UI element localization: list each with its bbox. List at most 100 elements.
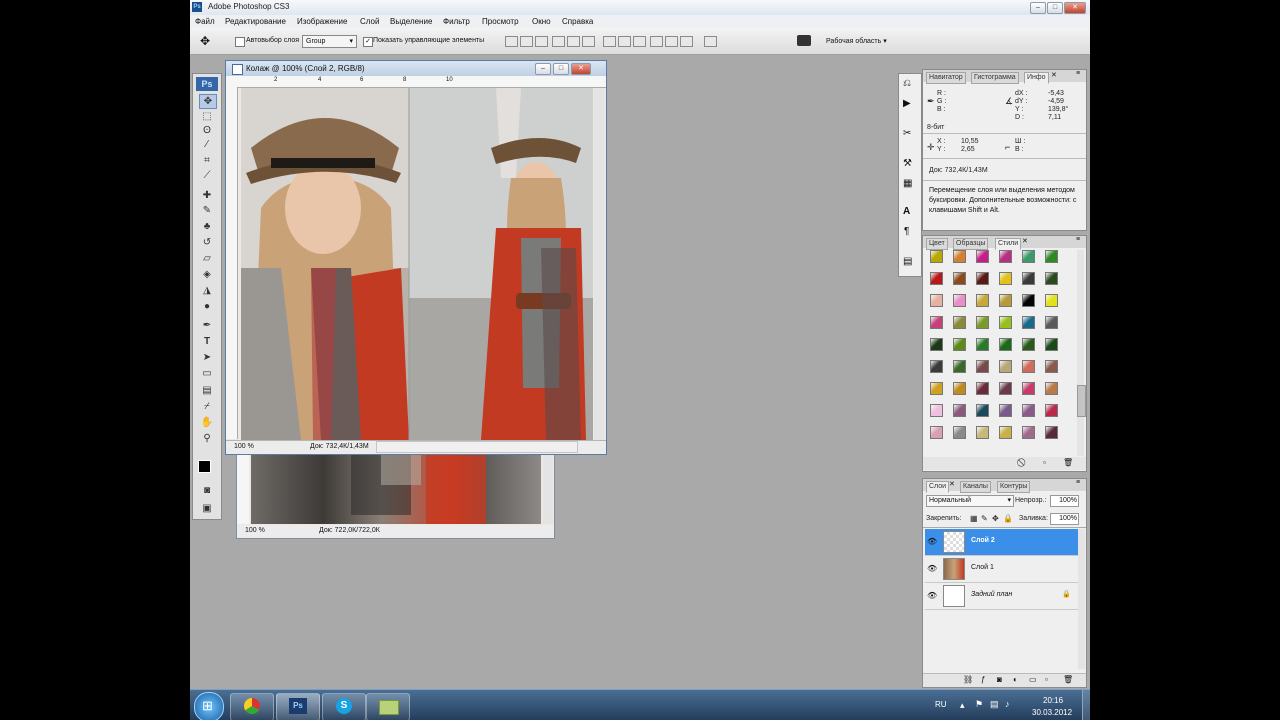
style-swatch[interactable] — [1022, 316, 1035, 329]
lock-image-icon[interactable]: ✎ — [981, 514, 988, 523]
horizontal-scrollbar[interactable] — [376, 441, 578, 453]
zoom-tool-icon[interactable]: ⚲ — [199, 432, 215, 445]
history-brush-tool-icon[interactable]: ↺ — [199, 236, 215, 249]
layer-row[interactable]: 👁 Слой 1 — [925, 556, 1079, 583]
style-swatch[interactable] — [1045, 360, 1058, 373]
style-swatch[interactable] — [1022, 426, 1035, 439]
menu-view[interactable]: Просмотр — [482, 17, 519, 26]
style-swatch[interactable] — [999, 360, 1012, 373]
style-swatch[interactable] — [999, 426, 1012, 439]
menu-select[interactable]: Выделение — [390, 17, 432, 26]
style-swatch[interactable] — [999, 250, 1012, 263]
layer-style-icon[interactable]: ƒ — [981, 675, 985, 684]
style-swatch[interactable] — [930, 338, 943, 351]
distribute-hcenter-icon[interactable] — [665, 36, 678, 47]
clone-source-icon[interactable]: ▦ — [903, 178, 912, 189]
start-button[interactable]: ⊞ — [194, 692, 224, 720]
align-vcenter-icon[interactable] — [520, 36, 533, 47]
clock-time[interactable]: 20:16 — [1043, 696, 1063, 705]
hand-tool-icon[interactable]: ✋ — [199, 416, 215, 429]
style-swatch[interactable] — [953, 360, 966, 373]
style-swatch[interactable] — [976, 272, 989, 285]
style-swatch[interactable] — [953, 250, 966, 263]
align-left-icon[interactable] — [552, 36, 565, 47]
move-tool-icon[interactable]: ✥ — [200, 34, 210, 48]
visibility-eye-icon[interactable]: 👁 — [927, 537, 937, 546]
tab-channels[interactable]: Каналы — [960, 481, 991, 493]
menu-edit[interactable]: Редактирование — [225, 17, 286, 26]
style-swatch[interactable] — [1045, 294, 1058, 307]
magic-wand-tool-icon[interactable]: ⁄ — [199, 138, 215, 151]
clock-date[interactable]: 30.03.2012 — [1032, 708, 1072, 717]
style-swatch[interactable] — [999, 316, 1012, 329]
style-swatch[interactable] — [930, 294, 943, 307]
style-swatch[interactable] — [1022, 294, 1035, 307]
menu-image[interactable]: Изображение — [297, 17, 347, 26]
style-swatch[interactable] — [976, 316, 989, 329]
style-swatch[interactable] — [999, 338, 1012, 351]
visibility-eye-icon[interactable]: 👁 — [927, 591, 937, 600]
style-swatch[interactable] — [976, 250, 989, 263]
style-swatch[interactable] — [976, 338, 989, 351]
style-swatch[interactable] — [1022, 360, 1035, 373]
style-swatch[interactable] — [953, 316, 966, 329]
style-swatch[interactable] — [930, 360, 943, 373]
close-icon[interactable]: ✕ — [949, 480, 955, 488]
opacity-input[interactable]: 100% — [1050, 495, 1079, 507]
style-swatch[interactable] — [930, 426, 943, 439]
tab-layers[interactable]: Слои — [926, 481, 950, 493]
rectangle-tool-icon[interactable]: ▭ — [199, 367, 215, 380]
fill-input[interactable]: 100% — [1050, 513, 1079, 525]
style-swatch[interactable] — [953, 404, 966, 417]
style-swatch[interactable] — [999, 382, 1012, 395]
style-swatch[interactable] — [999, 404, 1012, 417]
layer-row[interactable]: 👁 Задний план 🔒 — [925, 583, 1079, 610]
menu-window[interactable]: Окно — [532, 17, 551, 26]
language-indicator[interactable]: RU — [935, 700, 947, 709]
vertical-scrollbar[interactable] — [543, 455, 553, 524]
zoom-level[interactable]: 100 % — [234, 443, 254, 450]
close-button[interactable]: ✕ — [1064, 2, 1086, 14]
eraser-tool-icon[interactable]: ▱ — [199, 252, 215, 265]
crop-tool-icon[interactable]: ⌗ — [199, 154, 215, 167]
tray-expand-icon[interactable]: ▴ — [960, 700, 965, 711]
lock-position-icon[interactable]: ✥ — [992, 514, 999, 523]
lock-transparency-icon[interactable]: ▦ — [970, 514, 978, 523]
taskbar-folder[interactable] — [366, 693, 410, 720]
dodge-tool-icon[interactable]: ● — [199, 300, 215, 313]
menu-filter[interactable]: Фильтр — [443, 17, 470, 26]
style-swatch[interactable] — [1022, 404, 1035, 417]
distribute-bottom-icon[interactable] — [633, 36, 646, 47]
quick-mask-icon[interactable]: ◙ — [199, 484, 215, 497]
style-swatch[interactable] — [1045, 250, 1058, 263]
menu-file[interactable]: Файл — [195, 17, 215, 26]
marquee-tool-icon[interactable]: ⬚ — [199, 110, 215, 123]
tool-presets-icon[interactable]: ✂ — [903, 128, 911, 139]
show-controls-checkbox[interactable]: ✓ — [363, 37, 373, 47]
tab-navigator[interactable]: Навигатор — [926, 72, 966, 84]
style-swatch[interactable] — [930, 404, 943, 417]
distribute-vcenter-icon[interactable] — [618, 36, 631, 47]
align-right-icon[interactable] — [582, 36, 595, 47]
panel-menu-icon[interactable]: ≡ — [1076, 70, 1080, 77]
brushes-icon[interactable]: ⚒ — [903, 158, 912, 169]
taskbar-chrome[interactable] — [230, 693, 274, 720]
style-swatch[interactable] — [953, 294, 966, 307]
character-panel-icon[interactable]: A — [903, 206, 910, 217]
layers-scrollbar[interactable] — [1078, 529, 1085, 669]
move-tool-icon[interactable]: ✥ — [199, 94, 217, 109]
brush-tool-icon[interactable]: ✎ — [199, 204, 215, 217]
clone-stamp-tool-icon[interactable]: ♣ — [199, 220, 215, 233]
style-swatch[interactable] — [953, 272, 966, 285]
slice-tool-icon[interactable]: ⟋ — [199, 169, 215, 182]
eyedropper-tool-icon[interactable]: ⌿ — [199, 400, 215, 413]
network-icon[interactable]: ▤ — [990, 699, 999, 710]
distribute-left-icon[interactable] — [650, 36, 663, 47]
align-top-icon[interactable] — [505, 36, 518, 47]
actions-panel-icon[interactable]: ▶ — [903, 98, 911, 109]
tab-info[interactable]: Инфо — [1024, 72, 1049, 84]
foreground-color-swatch[interactable] — [198, 460, 211, 473]
screen-mode-icon[interactable]: ▣ — [199, 502, 215, 515]
style-swatch[interactable] — [1022, 338, 1035, 351]
path-selection-tool-icon[interactable]: ➤ — [199, 351, 215, 364]
